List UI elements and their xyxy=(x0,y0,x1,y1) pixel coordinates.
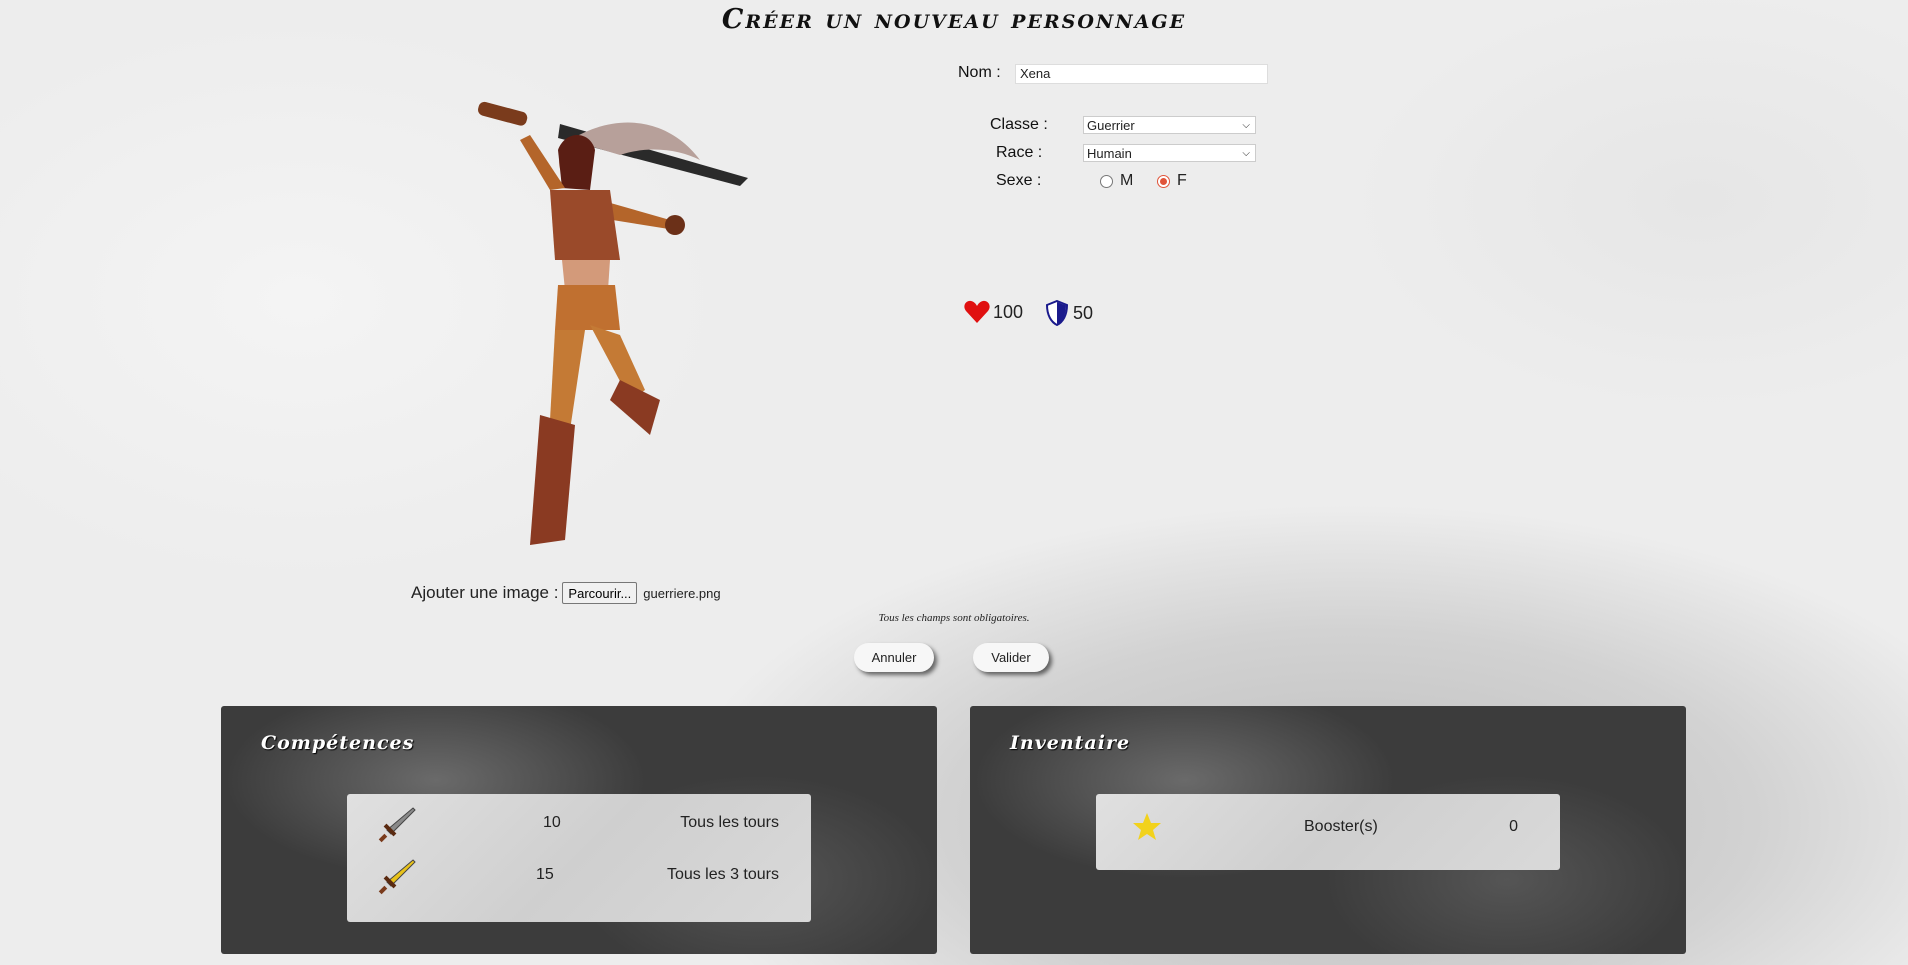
chevron-down-icon: ⌵ xyxy=(1242,147,1250,159)
health-value: 100 xyxy=(993,301,1024,322)
inventory-panel: Inventaire Booster(s) 0 xyxy=(970,706,1686,954)
radio-f[interactable] xyxy=(1157,174,1170,188)
name-input[interactable]: Xena xyxy=(1015,64,1268,84)
class-select-value: Guerrier xyxy=(1087,117,1135,133)
star-icon xyxy=(1133,813,1161,840)
selected-file-name: guerriere.png xyxy=(643,585,721,601)
skill-value: 10 xyxy=(543,814,561,831)
skill-row: 15 Tous les 3 tours xyxy=(347,854,811,898)
skills-card: 10 Tous les tours 15 Tous les 3 tours xyxy=(347,794,811,922)
skills-panel: Compétences 10 Tous les tours 15 Tous le… xyxy=(221,706,937,954)
sex-option-f-label: F xyxy=(1177,172,1187,189)
race-label: Race : xyxy=(996,144,1043,161)
heart-icon xyxy=(964,300,990,323)
class-label: Classe : xyxy=(990,116,1048,133)
inventory-row: Booster(s) 0 xyxy=(1096,810,1560,854)
golden-sword-icon xyxy=(378,859,416,895)
skills-title: Compétences xyxy=(261,732,415,754)
sex-option-m[interactable]: M xyxy=(1100,172,1133,190)
required-fields-note: Tous les champs sont obligatoires. xyxy=(878,612,1030,624)
page-title: Créer un nouveau personnage xyxy=(721,4,1187,35)
inventory-card: Booster(s) 0 xyxy=(1096,794,1560,870)
sex-label: Sexe : xyxy=(996,172,1042,189)
sword-icon xyxy=(378,807,416,843)
sex-option-f[interactable]: F xyxy=(1157,172,1187,190)
race-select[interactable]: Humain ⌵ xyxy=(1083,144,1256,162)
character-portrait xyxy=(478,101,748,545)
health-stat: 100 xyxy=(964,300,1023,324)
chevron-down-icon: ⌵ xyxy=(1242,119,1250,131)
shield-icon xyxy=(1046,300,1068,326)
skill-row: 10 Tous les tours xyxy=(347,802,811,846)
cancel-button[interactable]: Annuler xyxy=(854,643,934,672)
inventory-title: Inventaire xyxy=(1010,732,1131,754)
add-image-label: Ajouter une image : xyxy=(411,583,559,602)
name-label: Nom : xyxy=(958,64,1001,81)
sex-option-m-label: M xyxy=(1120,172,1134,189)
add-image-row: Ajouter une image : Parcourir... guerrie… xyxy=(411,582,721,604)
radio-m[interactable] xyxy=(1100,174,1113,188)
submit-button[interactable]: Valider xyxy=(973,643,1049,672)
skill-frequency: Tous les tours xyxy=(680,814,779,831)
skill-frequency: Tous les 3 tours xyxy=(666,866,779,883)
race-select-value: Humain xyxy=(1087,145,1132,161)
browse-button[interactable]: Parcourir... xyxy=(562,582,638,604)
inventory-item-count: 0 xyxy=(1509,818,1518,835)
class-select[interactable]: Guerrier ⌵ xyxy=(1083,116,1256,134)
inventory-item-name: Booster(s) xyxy=(1304,818,1378,835)
skill-value: 15 xyxy=(536,866,554,883)
armor-value: 50 xyxy=(1073,302,1094,323)
armor-stat: 50 xyxy=(1046,300,1093,326)
